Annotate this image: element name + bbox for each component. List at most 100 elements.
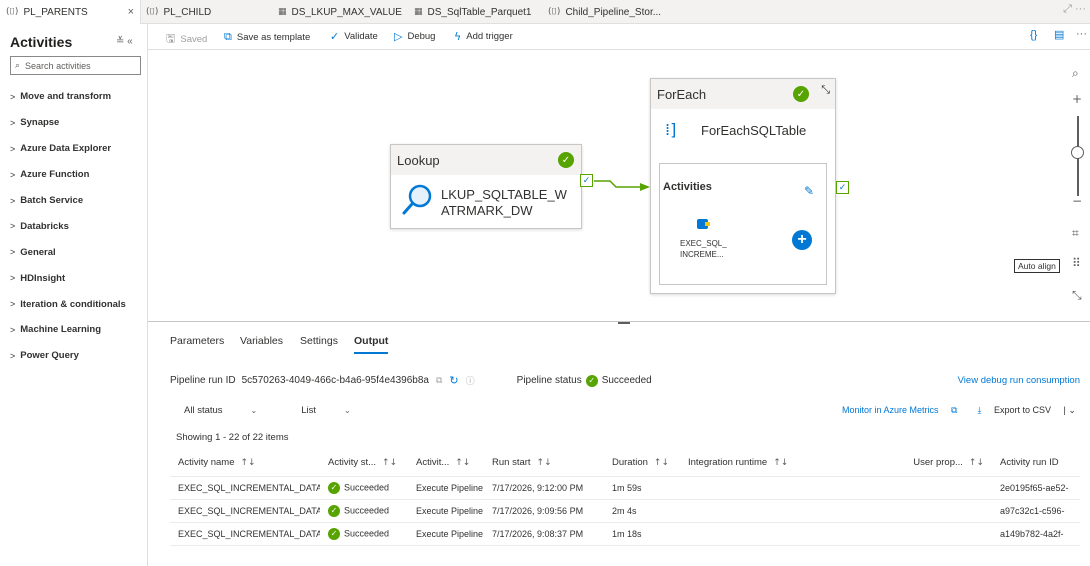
- chevron-right-icon: >: [10, 299, 16, 310]
- category-move-and-transform[interactable]: > Move and transform: [10, 84, 146, 110]
- category-power-query[interactable]: > Power Query: [10, 343, 146, 369]
- table-icon: ▦: [414, 7, 423, 17]
- save-as-template-button[interactable]: ⧉ Save as template: [224, 30, 310, 44]
- pipeline-run-info: Pipeline run ID 5c570263-4049-466c-b4a6-…: [170, 374, 1080, 387]
- collapse-arrows-icon[interactable]: ⤡: [821, 83, 830, 97]
- column-header[interactable]: Activity st... ↑↓: [320, 450, 408, 477]
- auto-align-icon[interactable]: ⠿: [1072, 256, 1081, 270]
- search-activities-input[interactable]: ⌕ Search activities: [10, 56, 141, 75]
- category-databricks[interactable]: > Databricks: [10, 213, 146, 239]
- monitor-azure-metrics-link[interactable]: Monitor in Azure Metrics ⧉: [842, 405, 967, 416]
- chevron-down-icon: ⌄: [344, 406, 351, 415]
- fit-to-screen-icon[interactable]: ⌗: [1072, 226, 1079, 241]
- sort-icon: ↑↓: [968, 458, 984, 469]
- more-icon[interactable]: ···: [1076, 28, 1087, 40]
- foreach-activity-node[interactable]: ForEach ✓ ⤡ ⁞] ForEachSQLTable Activitie…: [650, 78, 836, 294]
- column-header[interactable]: Run start ↑↓: [484, 450, 604, 477]
- output-panel: Parameters Variables Settings Output Pip…: [148, 321, 1090, 566]
- validate-button[interactable]: ✓ Validate: [330, 30, 378, 43]
- sort-icon: ↑↓: [240, 458, 256, 469]
- copy-icon[interactable]: ⧉: [436, 376, 442, 386]
- collapse-canvas-icon[interactable]: ⤡: [1072, 288, 1082, 303]
- zoom-slider-thumb[interactable]: [1071, 146, 1084, 159]
- tab-label: PL_CHILD: [163, 6, 212, 18]
- download-icon: ⤓: [977, 405, 982, 415]
- column-header[interactable]: User prop... ↑↓: [904, 450, 992, 477]
- category-general[interactable]: > General: [10, 239, 146, 265]
- collapse-icon[interactable]: ≚ «: [116, 36, 133, 47]
- close-icon[interactable]: ×: [128, 6, 134, 18]
- external-link-icon: ⧉: [951, 405, 958, 415]
- category-azure-data-explorer[interactable]: > Azure Data Explorer: [10, 136, 146, 162]
- add-activity-icon[interactable]: +: [792, 230, 812, 250]
- success-icon: ✓: [328, 527, 340, 540]
- foreach-inner-activities[interactable]: Activities ✎ EXEC_SQL_ INCREME... +: [659, 163, 827, 285]
- sort-icon: ↑↓: [382, 458, 398, 469]
- column-header[interactable]: Duration ↑↓: [604, 450, 680, 477]
- tab-child-pipeline[interactable]: (⌷) Child_Pipeline_Stor...: [548, 0, 678, 24]
- edit-pencil-icon[interactable]: ✎: [804, 184, 814, 198]
- debug-button[interactable]: ▷ Debug: [394, 30, 435, 43]
- template-icon: ⧉: [224, 30, 232, 43]
- foreach-output-checkbox[interactable]: ✓: [836, 181, 849, 194]
- table-row[interactable]: EXEC_SQL_INCREMENTAL_DATA ✓ Succeeded Exe…: [170, 476, 1080, 500]
- code-icon[interactable]: {}: [1030, 29, 1037, 41]
- column-header[interactable]: Integration runtime ↑↓: [680, 450, 904, 477]
- execute-pipeline-icon: [697, 219, 710, 229]
- view-filter-dropdown[interactable]: List ⌄: [301, 405, 373, 416]
- lookup-activity-node[interactable]: Lookup ✓ LKUP_SQLTABLE_W ATRMARK_DW: [390, 144, 582, 229]
- tab-ds-lkup-max-value[interactable]: ▦ DS_LKUP_MAX_VALUE: [278, 0, 408, 24]
- column-header[interactable]: Activity run ID: [992, 450, 1080, 477]
- zoom-out-icon[interactable]: −: [1072, 194, 1082, 208]
- expand-icon[interactable]: ⤢ ···: [1063, 3, 1086, 16]
- category-iteration-conditionals[interactable]: > Iteration & conditionals: [10, 291, 146, 317]
- properties-icon[interactable]: ▤: [1054, 28, 1064, 41]
- category-azure-function[interactable]: > Azure Function: [10, 162, 146, 188]
- column-header[interactable]: Activit... ↑↓: [408, 450, 484, 477]
- chevron-right-icon: >: [10, 221, 16, 232]
- chevron-right-icon: >: [10, 195, 16, 206]
- category-list: > Move and transform > Synapse > Azure Data…: [10, 84, 146, 369]
- status-filter-dropdown[interactable]: All status ⌄: [184, 405, 279, 416]
- tab-pl-child[interactable]: (⌷) PL_CHILD: [146, 0, 251, 24]
- tab-pl-parents[interactable]: (⌷) PL_PARENTS ×: [0, 0, 141, 24]
- lookup-magnifier-icon: [402, 184, 432, 215]
- search-placeholder: Search activities: [25, 60, 91, 71]
- chevron-right-icon: >: [10, 324, 16, 335]
- view-debug-consumption-link[interactable]: View debug run consumption: [958, 375, 1080, 386]
- tab-bar: (⌷) PL_PARENTS × (⌷) PL_CHILD ▦ DS_LKUP_…: [0, 0, 1090, 24]
- zoom-in-icon[interactable]: +: [1072, 92, 1082, 106]
- table-header-row: Activity name ↑↓ Activity st... ↑↓ Activit…: [170, 450, 1080, 477]
- search-canvas-icon[interactable]: ⌕: [1072, 66, 1079, 81]
- pipeline-icon: (⌷): [6, 7, 19, 17]
- sort-icon: ↑↓: [455, 458, 471, 469]
- sort-icon: ↑↓: [653, 458, 670, 469]
- tab-variables[interactable]: Variables: [240, 335, 283, 347]
- tab-output[interactable]: Output: [354, 335, 389, 354]
- add-trigger-button[interactable]: ϟ Add trigger: [454, 30, 513, 43]
- tab-parameters[interactable]: Parameters: [170, 335, 224, 347]
- lookup-output-checkbox[interactable]: ✓: [580, 174, 593, 187]
- adf-pipeline-editor: (⌷) PL_PARENTS × (⌷) PL_CHILD ▦ DS_LKUP_…: [0, 0, 1090, 566]
- export-csv-button[interactable]: ⤓ Export to CSV | ⌄: [977, 405, 1085, 416]
- category-synapse[interactable]: > Synapse: [10, 110, 146, 136]
- refresh-icon[interactable]: ↻: [449, 374, 458, 387]
- category-hdinsight[interactable]: > HDInsight: [10, 265, 146, 291]
- foreach-activity-name: ForEachSQLTable: [701, 123, 807, 138]
- auto-align-tooltip: Auto align: [1014, 259, 1060, 273]
- column-header[interactable]: Activity name ↑↓: [170, 450, 320, 477]
- category-batch-service[interactable]: > Batch Service: [10, 188, 146, 214]
- category-machine-learning[interactable]: > Machine Learning: [10, 317, 146, 343]
- pipeline-icon: (⌷): [548, 7, 561, 17]
- activities-title: Activities: [10, 34, 73, 50]
- table-row[interactable]: EXEC_SQL_INCREMENTAL_DATA ✓ Succeeded Exe…: [170, 499, 1080, 523]
- tab-settings[interactable]: Settings: [300, 335, 338, 347]
- chevron-right-icon: >: [10, 169, 16, 180]
- lookup-node-header: Lookup ✓: [391, 145, 581, 175]
- pipeline-canvas[interactable]: Lookup ✓ LKUP_SQLTABLE_W ATRMARK_DW ✓ Fo…: [148, 50, 1090, 320]
- search-icon: ⌕: [15, 60, 21, 70]
- table-row[interactable]: EXEC_SQL_INCREMENTAL_DATA ✓ Succeeded Exe…: [170, 522, 1080, 546]
- tab-ds-sqltable-parquet1[interactable]: ▦ DS_SqlTable_Parquet1: [414, 0, 542, 24]
- resize-grip[interactable]: [618, 322, 630, 324]
- saved-button[interactable]: 🖫 Saved: [166, 30, 207, 49]
